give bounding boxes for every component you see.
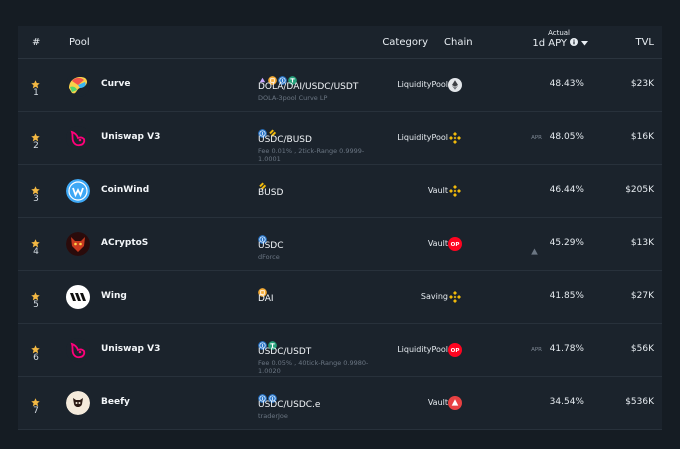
pool-category: Vault: [427, 239, 448, 248]
token-icons: usdc-token-icon: [258, 229, 268, 244]
avalanche-chain-icon: [448, 395, 462, 410]
apy-column-label: 1d APY: [532, 38, 567, 49]
favorite-star-icon[interactable]: [31, 286, 40, 301]
pool-description: dForce: [258, 253, 280, 261]
category-column-header[interactable]: Category: [382, 37, 428, 48]
pool-pair[interactable]: USDC/USDT: [258, 347, 311, 357]
ethereum-chain-icon: [448, 77, 462, 92]
acryptos-logo[interactable]: [66, 232, 90, 256]
token-icons: dai-token-icon: [258, 282, 268, 297]
token-icons: usdc-token-iconbusd-token-icon: [258, 123, 278, 138]
apy-value: 46.44%: [549, 185, 584, 195]
bnb-chain-icon: [448, 289, 462, 303]
favorite-star-icon[interactable]: [31, 392, 40, 407]
pool-pair[interactable]: DAI: [258, 294, 274, 304]
apy-value: 48.05%: [549, 132, 584, 142]
tvl-value: $16K: [630, 132, 654, 142]
row-rank: 1: [33, 88, 39, 98]
tvl-column-header[interactable]: TVL: [635, 37, 654, 48]
table-row[interactable]: 2 Uniswap V3 usdc-token-iconbusd-token-ico…: [18, 112, 662, 165]
apy-value: 34.54%: [549, 397, 584, 407]
row-rank: 6: [33, 353, 39, 363]
tvl-value: $205K: [625, 185, 654, 195]
apr-label: APR: [531, 347, 542, 353]
pool-category: LiquidityPool: [397, 133, 448, 142]
table-row[interactable]: 1 Curve dola-token-icondai-token-iconusdc-…: [18, 59, 662, 112]
apy-value: 41.78%: [549, 344, 584, 354]
tvl-value: $56K: [630, 344, 654, 354]
protocol-name[interactable]: Beefy: [101, 397, 130, 407]
token-icons: usdc-token-iconusdt-token-icon: [258, 335, 278, 350]
protocol-name[interactable]: Curve: [101, 79, 130, 89]
coinwind-logo[interactable]: [66, 179, 90, 203]
protocol-name[interactable]: Uniswap V3: [101, 344, 160, 354]
tvl-value: $27K: [630, 291, 654, 301]
table-row[interactable]: 6 Uniswap V3 usdc-token-iconusdt-token-ico…: [18, 324, 662, 377]
pool-description: Fee 0.05% , 40tick-Range 0.9980-1.0020: [258, 359, 369, 375]
pool-pair[interactable]: BUSD: [258, 188, 283, 198]
pool-description: traderJoe: [258, 412, 288, 420]
pool-description: DOLA-3pool Curve LP: [258, 94, 328, 102]
pool-category: LiquidityPool: [397, 345, 448, 354]
favorite-star-icon[interactable]: [31, 180, 40, 195]
optimism-chain-icon: OP: [448, 342, 462, 357]
optimism-chain-icon: OP: [448, 236, 462, 251]
info-icon[interactable]: [570, 38, 578, 49]
chain-column-header[interactable]: Chain: [444, 37, 473, 48]
svg-text:OP: OP: [451, 348, 460, 354]
protocol-name[interactable]: Wing: [101, 291, 127, 301]
wing-logo[interactable]: [66, 285, 90, 309]
pool-category: Saving: [420, 292, 448, 301]
pool-pair[interactable]: USDC/USDC.e: [258, 400, 320, 410]
row-rank: 4: [33, 247, 39, 257]
svg-text:OP: OP: [451, 242, 460, 248]
apy-column-header-top: Actual: [548, 29, 570, 37]
protocol-name[interactable]: CoinWind: [101, 185, 149, 195]
token-icons: busd-token-icon: [258, 176, 268, 190]
protocol-name[interactable]: ACryptoS: [101, 238, 148, 248]
sort-down-icon[interactable]: [581, 38, 588, 49]
curve-logo[interactable]: [66, 73, 90, 97]
bnb-chain-icon: [448, 183, 462, 197]
uniswap-logo[interactable]: [66, 126, 90, 150]
warning-icon[interactable]: [531, 240, 538, 259]
pool-category: Vault: [427, 186, 448, 195]
bnb-chain-icon: [448, 130, 462, 144]
pools-table: # Pool Category Chain Actual 1d APY TVL …: [18, 26, 662, 430]
table-row[interactable]: 3 CoinWind busd-token-iconBUSD Vault 46.44% $…: [18, 165, 662, 218]
favorite-star-icon[interactable]: [31, 233, 40, 248]
table-row[interactable]: 7 Beefy usdc-token-iconusdc-token-iconUSDC…: [18, 377, 662, 430]
pool-column-header[interactable]: Pool: [69, 37, 90, 48]
tvl-value: $13K: [630, 238, 654, 248]
token-icons: usdc-token-iconusdc-token-icon: [258, 388, 278, 403]
table-row[interactable]: 5 Wing dai-token-iconDAI Saving 41.85% $27K: [18, 271, 662, 324]
pool-category: LiquidityPool: [397, 80, 448, 89]
apr-label: APR: [531, 135, 542, 141]
favorite-star-icon[interactable]: [31, 127, 40, 142]
row-rank: 2: [33, 141, 39, 151]
apy-value: 48.43%: [549, 79, 584, 89]
apy-value: 45.29%: [549, 238, 584, 248]
protocol-name[interactable]: Uniswap V3: [101, 132, 160, 142]
beefy-logo[interactable]: [66, 391, 90, 415]
tvl-value: $23K: [630, 79, 654, 89]
table-row[interactable]: 4 ACryptoS usdc-token-iconUSDC dForce VaultO…: [18, 218, 662, 271]
row-rank: 7: [33, 406, 39, 416]
uniswap-logo[interactable]: [66, 338, 90, 362]
pool-category: Vault: [427, 398, 448, 407]
favorite-star-icon[interactable]: [31, 339, 40, 354]
row-rank: 5: [33, 300, 39, 310]
row-rank: 3: [33, 194, 39, 204]
tvl-value: $536K: [625, 397, 654, 407]
token-icons: dola-token-icondai-token-iconusdc-token-…: [258, 70, 298, 85]
pool-pair[interactable]: USDC: [258, 241, 284, 251]
pool-pair[interactable]: USDC/BUSD: [258, 135, 312, 145]
favorite-star-icon[interactable]: [31, 74, 40, 89]
apy-column-header[interactable]: 1d APY: [532, 38, 588, 49]
pool-description: Fee 0.01% , 2tick-Range 0.9999-1.0001: [258, 147, 365, 163]
pool-pair[interactable]: DOLA/DAI/USDC/USDT: [258, 82, 358, 92]
rank-column-header: #: [32, 37, 41, 48]
table-header: # Pool Category Chain Actual 1d APY TVL: [18, 26, 662, 59]
apy-value: 41.85%: [549, 291, 584, 301]
